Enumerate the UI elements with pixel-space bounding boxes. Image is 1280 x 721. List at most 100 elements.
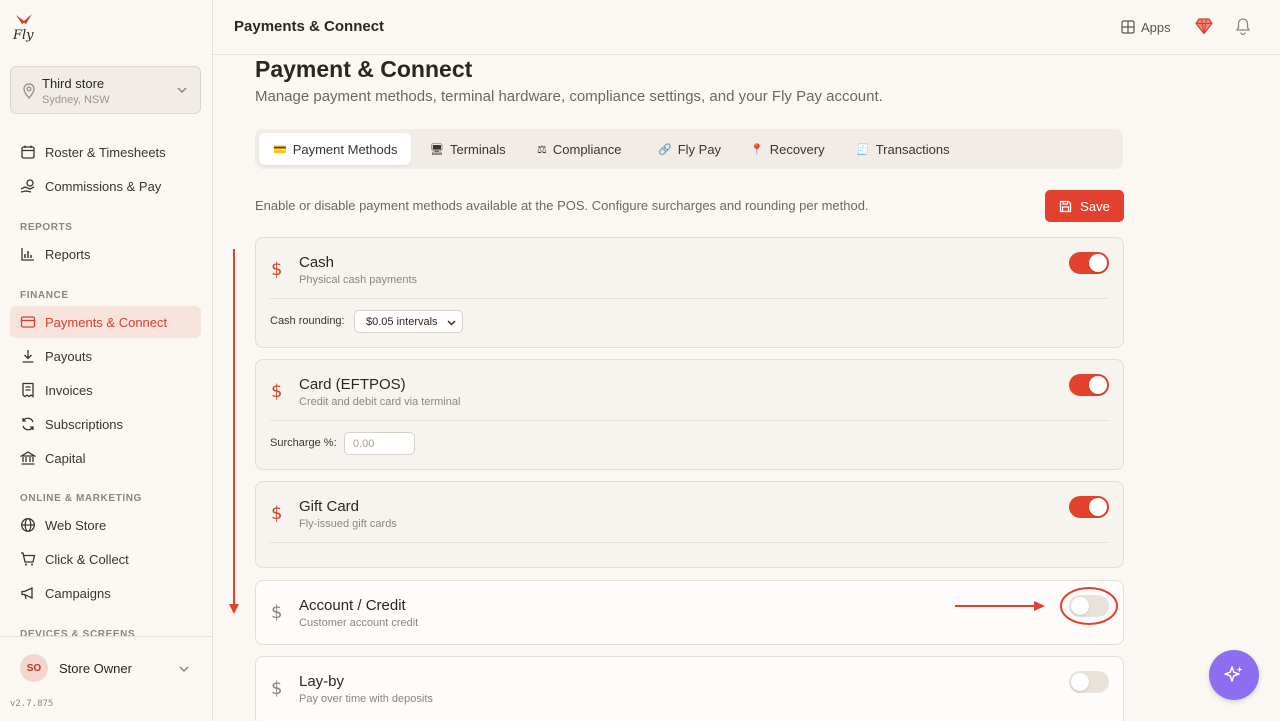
chevron-down-icon [447,320,456,326]
sparkle-icon [1224,666,1243,682]
toggle-knob [1089,254,1107,272]
section-heading-finance: FINANCE [20,290,69,301]
method-toggle[interactable] [1069,595,1109,617]
ai-assistant-button[interactable] [1209,650,1259,700]
method-toggle[interactable] [1069,374,1109,396]
tab-bar: 💳 Payment Methods 🖥 Terminals ⚖ Compliance … [255,129,1123,169]
logo-text: Fly [12,28,34,42]
method-description: Physical cash payments [299,274,417,286]
toggle-knob [1071,597,1089,615]
grid-icon [1121,20,1135,34]
surcharge-input[interactable]: 0.00 [344,432,415,455]
page-title: Payment & Connect [255,56,473,82]
method-description: Fly-issued gift cards [299,518,397,530]
sidebar-item-subscriptions[interactable]: Subscriptions [10,408,201,440]
section-description: Enable or disable payment methods availa… [255,198,869,213]
method-description: Pay over time with deposits [299,693,433,705]
sidebar-item-label: Click & Collect [45,552,129,567]
save-button[interactable]: Save [1045,190,1124,222]
fly-logo-icon[interactable]: Fly [12,12,36,42]
sidebar-item-web-store[interactable]: Web Store [10,509,201,541]
bar-chart-icon [21,248,34,261]
sidebar-item-commissions-pay[interactable]: Commissions & Pay [10,170,201,202]
payment-method-card-eftpos: $ Card (EFTPOS) Credit and debit card vi… [255,359,1124,470]
credit-card-icon [20,316,36,328]
toggle-knob [1071,673,1089,691]
method-name: Gift Card [299,498,360,515]
bell-icon[interactable] [1234,16,1252,35]
map-pin-icon [23,83,35,99]
divider [270,420,1109,421]
method-description: Credit and debit card via terminal [299,396,461,408]
scroll-down-arrow [229,249,239,614]
payment-method-card-lay-by: $ Lay-by Pay over time with deposits [255,656,1124,721]
tab-label: Transactions [875,141,950,157]
dollar-icon: $ [271,602,283,623]
chevron-down-icon [177,87,187,94]
dollar-icon: $ [271,678,283,699]
gem-icon[interactable] [1195,17,1213,35]
tab-fly-pay[interactable]: 🔗 Fly Pay [644,133,735,165]
divider [270,542,1109,543]
payment-method-card-account-credit: $ Account / Credit Customer account cred… [255,580,1124,645]
avatar[interactable]: SO [20,654,48,682]
sidebar-item-label: Campaigns [45,586,111,601]
tab-terminals[interactable]: 🖥 Terminals [416,133,520,165]
tab-compliance[interactable]: ⚖ Compliance [523,133,636,165]
dollar-icon: $ [271,259,283,280]
sidebar-item-capital[interactable]: Capital [10,442,201,474]
megaphone-icon [21,586,33,600]
save-label: Save [1080,198,1110,214]
method-toggle[interactable] [1069,671,1109,693]
tab-transactions[interactable]: 🧾 Transactions [842,133,964,165]
sidebar-item-roster-timesheets[interactable]: Roster & Timesheets [10,136,201,168]
tab-recovery[interactable]: 📍 Recovery [736,133,839,165]
field-label: Cash rounding: [270,315,345,327]
scales-icon: ⚖ [537,143,547,156]
user-name[interactable]: Store Owner [59,661,132,676]
card-icon: 💳 [273,143,287,156]
store-name: Third store [42,76,105,91]
method-toggle[interactable] [1069,496,1109,518]
calendar-icon [21,145,35,159]
page-subtitle: Manage payment methods, terminal hardwar… [255,88,883,105]
sidebar-item-label: Reports [45,247,91,262]
sidebar-item-label: Capital [45,451,86,466]
tab-label: Terminals [449,141,506,157]
toggle-knob [1089,376,1107,394]
section-heading-online-marketing: ONLINE & MARKETING [20,493,142,504]
app-version: v2.7.875 [10,699,54,709]
cart-icon [21,552,36,566]
sidebar-item-label: Invoices [45,383,93,398]
payment-method-card-cash: $ Cash Physical cash payments Cash round… [255,237,1124,348]
tab-label: Payment Methods [292,141,398,157]
sidebar-item-label: Payouts [45,349,92,364]
tab-payment-methods[interactable]: 💳 Payment Methods [259,133,412,165]
chevron-down-icon[interactable] [178,663,190,675]
refresh-icon [22,417,34,431]
download-icon [22,350,34,363]
method-name: Card (EFTPOS) [299,376,406,393]
apps-button[interactable]: Apps [1121,17,1171,37]
top-bar: Payments & Connect Apps [213,0,1280,55]
sidebar-item-label: Roster & Timesheets [45,145,166,160]
receipt-icon: 🧾 [856,143,870,156]
method-name: Cash [299,254,335,271]
link-icon: 🔗 [658,143,672,156]
sidebar-item-reports[interactable]: Reports [10,238,201,270]
dollar-icon: $ [271,381,283,402]
method-toggle[interactable] [1069,252,1109,274]
store-selector[interactable]: Third store Sydney, NSW [10,66,201,114]
payment-method-card-gift-card: $ Gift Card Fly-issued gift cards [255,481,1124,568]
sidebar-item-campaigns[interactable]: Campaigns [10,577,201,609]
sidebar-item-payouts[interactable]: Payouts [10,340,201,372]
sidebar-item-invoices[interactable]: Invoices [10,374,201,406]
tab-label: Compliance [552,141,622,157]
bank-icon [20,451,36,465]
field-label: Surcharge %: [270,437,337,449]
sidebar-item-label: Subscriptions [45,417,124,432]
sidebar-item-payments-connect[interactable]: Payments & Connect [10,306,201,338]
store-location: Sydney, NSW [42,94,110,106]
cash-rounding-select[interactable]: $0.05 intervals [354,310,463,333]
sidebar-item-click-collect[interactable]: Click & Collect [10,543,201,575]
